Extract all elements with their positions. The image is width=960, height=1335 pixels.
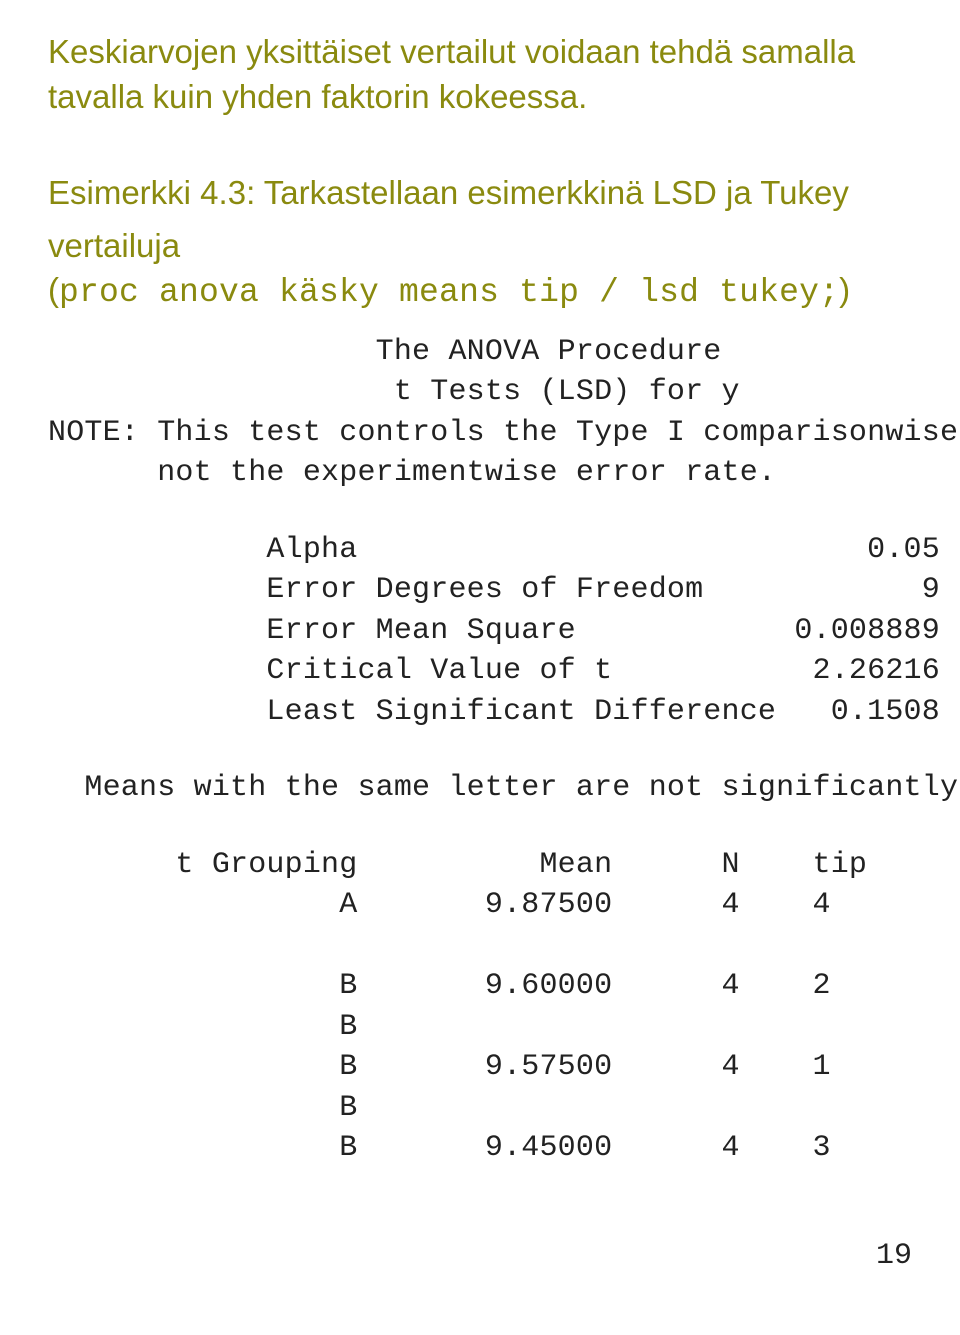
page-number: 19 [48,1239,912,1273]
example-line-1: Esimerkki 4.3: Tarkastellaan esimerkkinä… [48,171,912,216]
anova-means-note: Means with the same letter are not signi… [48,768,912,809]
lead-paragraph: Keskiarvojen yksittäiset vertailut voida… [48,30,912,119]
example-line-2: vertailuja (proc anova käsky means tip /… [48,224,912,316]
anova-note: NOTE: This test controls the Type I comp… [48,413,912,494]
anova-header-2: t Tests (LSD) for y [48,372,912,413]
example-label: Esimerkki 4.3 [48,174,246,211]
example-line2-post: ) [839,271,850,308]
anova-header-1: The ANOVA Procedure [48,332,912,373]
example-tail-1: : Tarkastellaan esimerkkinä LSD ja Tukey [246,174,849,211]
example-code: proc anova käsky means tip / lsd tukey; [59,274,839,311]
anova-grouping-table: t Grouping Mean N tip A 9.87500 4 4 B 9.… [48,845,912,1169]
anova-stats-block: Alpha 0.05 Error Degrees of Freedom 9 Er… [48,530,912,733]
